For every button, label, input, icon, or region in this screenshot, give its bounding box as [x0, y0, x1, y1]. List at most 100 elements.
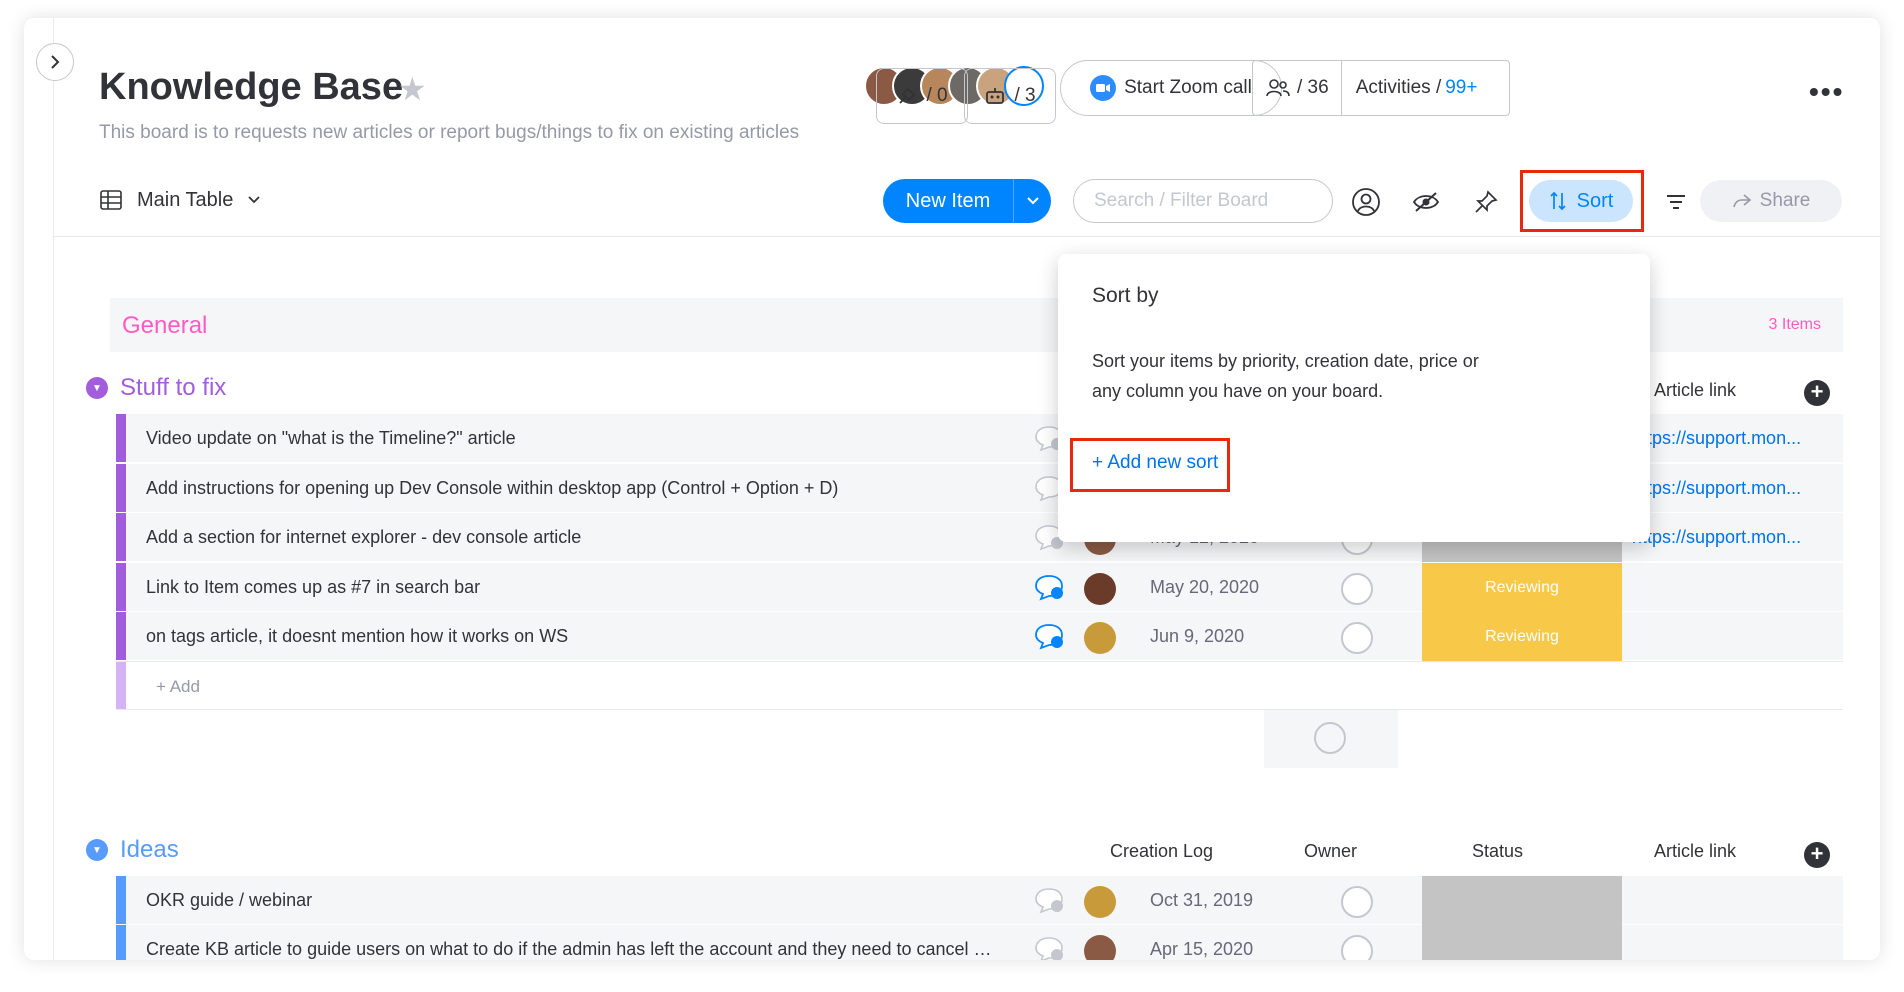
sort-popup: Sort by Sort your items by priority, cre…	[1058, 254, 1650, 542]
add-column-icon[interactable]: +	[1804, 842, 1830, 868]
owner-empty-icon[interactable]	[1341, 935, 1373, 960]
owner-summary-cell	[1264, 710, 1398, 768]
expand-sidebar-button[interactable]	[36, 43, 74, 81]
row-color-bar	[116, 464, 126, 512]
creation-date: May 20, 2020	[1150, 577, 1260, 597]
add-item-row[interactable]: + Add	[116, 661, 1843, 710]
status-cell[interactable]: Reviewing	[1422, 612, 1622, 661]
status-cell[interactable]	[1422, 925, 1622, 960]
row-color-bar	[116, 513, 126, 561]
group-title[interactable]: Stuff to fix	[120, 374, 226, 402]
creator-avatar[interactable]	[1084, 886, 1116, 918]
people-icon	[1266, 79, 1290, 97]
view-label: Main Table	[137, 188, 234, 211]
automations-count: / 3	[1014, 85, 1036, 106]
add-column-icon[interactable]: +	[1804, 380, 1830, 406]
table-row[interactable]: on tags article, it doesnt mention how i…	[116, 612, 1843, 661]
zoom-icon	[1090, 75, 1117, 101]
robot-icon	[986, 88, 1005, 104]
integrations-count: / 0	[926, 85, 948, 106]
chevron-right-icon	[51, 55, 60, 69]
add-new-sort-button[interactable]: + Add new sort	[1092, 452, 1218, 474]
owner-empty-icon	[1314, 722, 1346, 754]
creator-avatar[interactable]	[1084, 622, 1116, 654]
item-name[interactable]: Video update on "what is the Timeline?" …	[146, 428, 996, 449]
item-name[interactable]: Add a section for internet explorer - de…	[146, 527, 996, 548]
row-color-bar	[116, 876, 126, 924]
members-activities-box: / 36 Activities / 99+	[1252, 60, 1510, 116]
status-cell[interactable]: Reviewing	[1422, 563, 1622, 612]
more-options-icon[interactable]: •••	[1809, 76, 1844, 108]
column-header-creation-log[interactable]: Creation Log	[1110, 841, 1213, 862]
item-name[interactable]: Add instructions for opening up Dev Cons…	[146, 478, 996, 499]
group-title[interactable]: General	[122, 312, 207, 340]
article-link[interactable]: https://support.mon...	[1632, 527, 1801, 548]
collapse-group-icon[interactable]: ▼	[86, 377, 108, 399]
item-name[interactable]: Create KB article to guide users on what…	[146, 939, 996, 960]
divider	[54, 236, 1880, 237]
share-label: Share	[1759, 190, 1811, 211]
article-link[interactable]: https://support.mon...	[1632, 478, 1801, 499]
search-placeholder: Search / Filter Board	[1094, 190, 1269, 211]
row-color-bar	[116, 662, 126, 709]
share-button[interactable]: Share	[1700, 180, 1842, 222]
updates-bubble-icon[interactable]	[1034, 573, 1064, 601]
add-item-input[interactable]: + Add	[156, 677, 200, 697]
table-icon	[100, 190, 122, 210]
creation-date: Apr 15, 2020	[1150, 939, 1254, 959]
column-header-article-link[interactable]: Article link	[1654, 380, 1736, 401]
automations-button[interactable]: / 3	[964, 68, 1056, 124]
chevron-down-icon	[1026, 197, 1039, 205]
creator-avatar[interactable]	[1084, 935, 1116, 960]
share-arrow-icon	[1732, 194, 1751, 208]
filter-icon[interactable]	[1660, 186, 1692, 218]
sort-button[interactable]: Sort	[1529, 180, 1633, 222]
view-selector[interactable]: Main Table	[99, 188, 261, 212]
creator-avatar[interactable]	[1084, 573, 1116, 605]
column-header-status[interactable]: Status	[1472, 841, 1523, 862]
search-input[interactable]: Search / Filter Board	[1073, 179, 1333, 223]
integrations-button[interactable]: / 0	[876, 68, 968, 124]
activities-label: Activities /	[1355, 77, 1442, 98]
new-item-dropdown[interactable]	[1013, 179, 1051, 223]
left-rail	[24, 18, 54, 960]
owner-empty-icon[interactable]	[1341, 886, 1373, 918]
item-name[interactable]: Link to Item comes up as #7 in search ba…	[146, 577, 996, 598]
hide-columns-icon[interactable]	[1410, 186, 1442, 218]
table-row[interactable]: OKR guide / webinar Oct 31, 2019	[116, 876, 1843, 925]
updates-bubble-icon[interactable]	[1034, 622, 1064, 650]
article-link[interactable]: https://support.mon...	[1632, 428, 1801, 449]
zoom-call-label: Start Zoom call	[1124, 77, 1252, 98]
board-title[interactable]: Knowledge Base	[99, 66, 403, 109]
zoom-call-button[interactable]: Start Zoom call	[1060, 60, 1282, 116]
item-name[interactable]: on tags article, it doesnt mention how i…	[146, 626, 996, 647]
table-row[interactable]: Create KB article to guide users on what…	[116, 925, 1843, 960]
row-color-bar	[116, 563, 126, 611]
sort-popup-title: Sort by	[1092, 284, 1159, 307]
group-stuff-header[interactable]: ▼ Stuff to fix	[86, 374, 226, 402]
activities-count: 99+	[1445, 77, 1478, 98]
item-name[interactable]: OKR guide / webinar	[146, 890, 996, 911]
collapse-group-icon[interactable]: ▼	[86, 839, 108, 861]
column-header-article-link[interactable]: Article link	[1654, 841, 1736, 862]
sort-popup-description: Sort your items by priority, creation da…	[1092, 351, 1479, 401]
chevron-down-icon	[248, 196, 260, 204]
status-cell[interactable]	[1422, 876, 1622, 925]
group-title[interactable]: Ideas	[120, 836, 179, 864]
owner-empty-icon[interactable]	[1341, 622, 1373, 654]
updates-bubble-icon[interactable]	[1034, 886, 1064, 914]
pin-icon[interactable]	[1470, 186, 1502, 218]
updates-bubble-icon[interactable]	[1034, 935, 1064, 960]
new-item-button[interactable]: New Item	[883, 179, 1051, 223]
creation-date: Oct 31, 2019	[1150, 890, 1254, 910]
group-ideas-header[interactable]: ▼ Ideas	[86, 836, 179, 864]
owner-empty-icon[interactable]	[1341, 573, 1373, 605]
activities-button[interactable]: Activities / 99+	[1342, 61, 1492, 115]
person-filter-icon[interactable]	[1350, 186, 1382, 218]
column-header-owner[interactable]: Owner	[1304, 841, 1357, 862]
star-icon[interactable]: ★	[398, 70, 427, 108]
table-row[interactable]: Link to Item comes up as #7 in search ba…	[116, 563, 1843, 612]
board-description[interactable]: This board is to requests new articles o…	[99, 122, 799, 144]
members-button[interactable]: / 36	[1253, 61, 1342, 115]
row-color-bar	[116, 925, 126, 960]
